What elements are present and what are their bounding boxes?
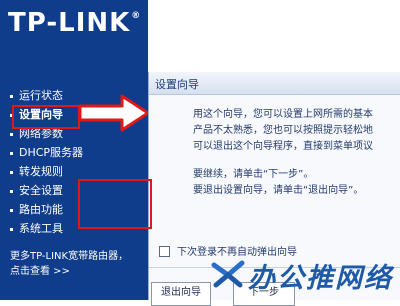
- more-products-line1: 更多TP-LINK宽带路由器，: [10, 251, 129, 262]
- sidebar-item-security[interactable]: 安全设置: [10, 181, 83, 200]
- more-products-line2: 点击查看 >>: [10, 266, 70, 277]
- sidebar-item-dhcp[interactable]: DHCP服务器: [10, 143, 83, 162]
- bullet-icon: [10, 94, 13, 98]
- instructions-text: 要继续，请单击“下一步”。 要退出设置向导，请单击“退出向导”。: [193, 167, 400, 199]
- sidebar: TP-LINK® 运行状态 设置向导 网络参数 DHCP服务器 转发规则 安全设…: [0, 0, 148, 300]
- next-hint: 要继续，请单击“下一步”。: [193, 169, 314, 180]
- sidebar-item-label: 安全设置: [19, 184, 63, 197]
- next-button-highlight: [78, 179, 152, 229]
- bullet-icon: [10, 208, 13, 212]
- sidebar-item-label: 系统工具: [19, 222, 63, 235]
- logo-text: TP-LINK: [8, 8, 131, 38]
- exit-wizard-button[interactable]: 退出向导: [151, 282, 211, 306]
- intro-line: 可以退出这个向导程序，直接到菜单项议: [193, 141, 373, 152]
- intro-line: 用这个向导，您可以设置上网所需的基本: [193, 109, 373, 120]
- registered-mark: ®: [131, 11, 142, 21]
- no-auto-popup-checkbox[interactable]: [159, 246, 170, 257]
- sidebar-item-label: 转发规则: [19, 165, 63, 178]
- sidebar-item-label: 路由功能: [19, 203, 63, 216]
- dialog-title: 设置向导: [155, 78, 199, 91]
- bullet-icon: [10, 189, 13, 193]
- watermark-text: 办公推网络: [248, 263, 393, 294]
- bullet-icon: [10, 151, 13, 155]
- sidebar-item-system-tools[interactable]: 系统工具: [10, 219, 83, 238]
- intro-text: 用这个向导，您可以设置上网所需的基本 产品不太熟悉，您也可以按照提示轻松地 可以…: [193, 107, 400, 155]
- more-products-link[interactable]: 更多TP-LINK宽带路由器， 点击查看 >>: [10, 249, 150, 279]
- intro-line: 产品不太熟悉，您也可以按照提示轻松地: [193, 125, 373, 136]
- dialog-titlebar: 设置向导: [149, 72, 400, 95]
- sidebar-item-label: 运行状态: [19, 89, 63, 102]
- tp-link-logo: TP-LINK®: [8, 8, 140, 38]
- sidebar-item-routing[interactable]: 路由功能: [10, 200, 83, 219]
- sidebar-item-status[interactable]: 运行状态: [10, 86, 83, 105]
- bullet-icon: [10, 132, 13, 136]
- exit-hint: 要退出设置向导，请单击“退出向导”。: [193, 185, 364, 196]
- bullet-icon: [10, 170, 13, 174]
- sidebar-item-label: DHCP服务器: [19, 146, 84, 159]
- bullet-icon: [10, 227, 13, 231]
- watermark-logo-icon: [211, 260, 245, 288]
- sidebar-item-forwarding[interactable]: 转发规则: [10, 162, 83, 181]
- highlight-box: [12, 105, 80, 129]
- red-arrow-icon: [78, 94, 150, 132]
